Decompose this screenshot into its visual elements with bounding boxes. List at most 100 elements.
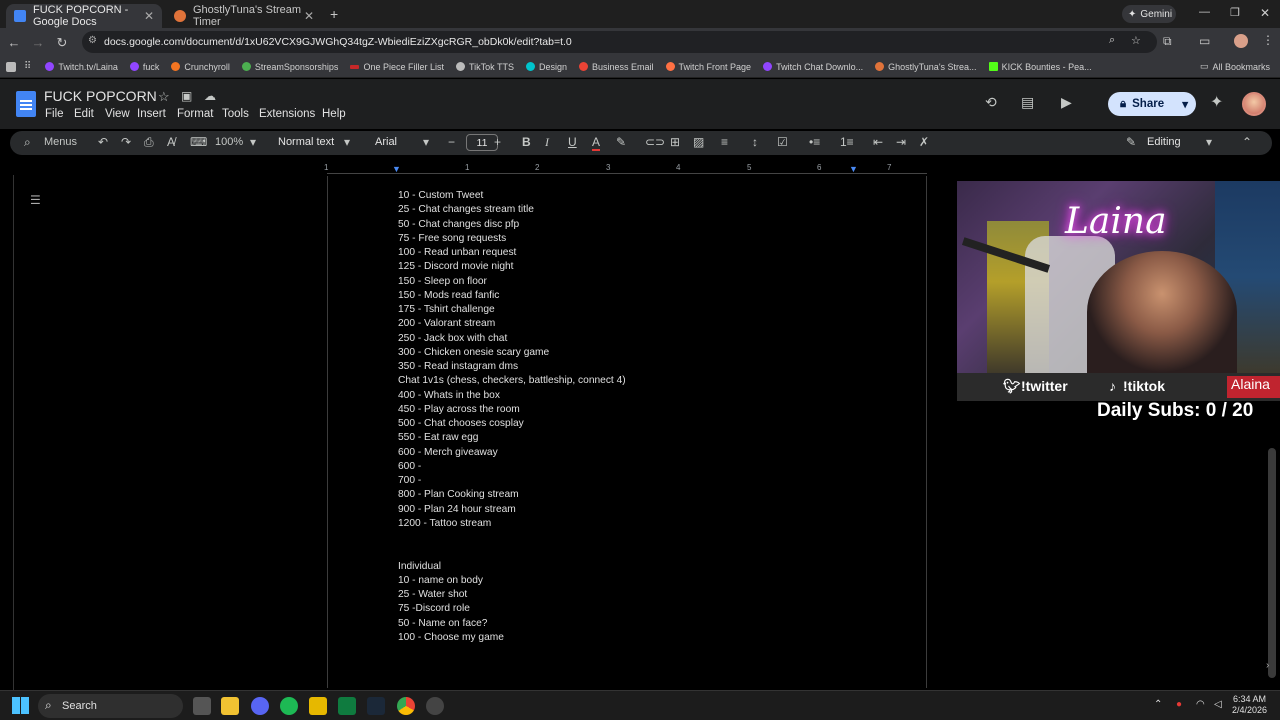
meet-icon[interactable]: ▶ [1061,94,1072,111]
font-dropdown-icon[interactable]: ▾ [423,135,429,149]
document-line[interactable]: 50 - Name on face? [398,617,487,630]
tray-overflow-icon[interactable]: ⌃ [1154,699,1162,710]
cloud-status-icon[interactable]: ☁ [204,89,216,103]
gemini-button[interactable]: ✦ Gemini [1122,5,1176,23]
docs-logo-icon[interactable] [16,91,36,117]
italic-icon[interactable]: I [545,135,549,150]
system-clock[interactable]: 6:34 AM 2/4/2026 [1232,694,1267,716]
gemini-sparkle-icon[interactable]: ✦ [1210,92,1223,112]
highlight-icon[interactable]: ✎ [616,135,626,149]
bold-icon[interactable]: B [522,135,531,149]
comments-icon[interactable]: ▤ [1021,94,1034,111]
bookmark-item[interactable]: GhostlyTuna's Strea... [875,62,977,72]
file-explorer-icon[interactable] [221,697,239,715]
reload-icon[interactable]: ↻ [50,35,74,51]
document-line[interactable]: 175 - Tshirt challenge [398,303,495,316]
font-select[interactable]: Arial [375,136,397,148]
spellcheck-icon[interactable]: A̸ [167,135,175,149]
menu-format[interactable]: Format [177,108,213,120]
profile-icon[interactable] [1234,34,1248,48]
url-field[interactable]: ⚙ docs.google.com/document/d/1xU62VCX9GJ… [82,31,1157,53]
document-line[interactable]: 25 - Chat changes stream title [398,203,534,216]
scrollbar[interactable] [1268,448,1276,678]
style-select[interactable]: Normal text [278,136,334,148]
back-icon[interactable]: ← [2,35,26,50]
move-folder-icon[interactable]: ▣ [181,89,192,103]
document-page[interactable]: 10 - Custom Tweet 25 - Chat changes strea… [327,176,927,688]
decrease-size-icon[interactable]: − [448,135,455,149]
app-icon[interactable] [309,697,327,715]
document-line[interactable]: 200 - Valorant stream [398,317,495,330]
tab-stream-timer[interactable]: GhostlyTuna's Stream Timer ✕ [166,4,322,28]
document-line[interactable]: 75 -Discord role [398,602,470,615]
document-line[interactable]: 450 - Play across the room [398,403,520,416]
document-line[interactable]: 550 - Eat raw egg [398,431,478,444]
menu-edit[interactable]: Edit [74,108,94,120]
editing-mode-select[interactable]: Editing [1147,136,1181,148]
wifi-icon[interactable]: ◠ [1196,699,1205,710]
document-line[interactable]: 10 - Custom Tweet [398,189,483,202]
bookmark-item[interactable]: Business Email [579,62,654,72]
document-line[interactable]: Individual [398,560,441,573]
star-icon[interactable]: ☆ [158,89,170,105]
document-line[interactable]: 100 - Choose my game [398,631,504,644]
windows-start-icon[interactable] [12,697,29,714]
close-tab-icon[interactable]: ✕ [304,9,314,23]
menu-insert[interactable]: Insert [137,108,166,120]
document-line[interactable]: 50 - Chat changes disc pfp [398,218,519,231]
image-icon[interactable]: ▨ [693,135,704,149]
link-icon[interactable]: ⊂⊃ [645,135,665,149]
collapse-toolbar-icon[interactable]: ⌃ [1242,135,1252,149]
document-outline-icon[interactable]: ☰ [30,193,41,207]
chrome-icon[interactable] [397,697,415,715]
document-line[interactable]: 125 - Discord movie night [398,260,514,273]
search-menus-icon[interactable]: ⌕ [24,135,31,150]
decrease-indent-icon[interactable]: ⇤ [873,135,883,149]
increase-size-icon[interactable]: + [494,135,501,149]
document-title[interactable]: FUCK POPCORN [44,88,157,104]
document-line[interactable]: 700 - [398,474,421,487]
bookmark-item[interactable]: StreamSponsorships [241,62,338,72]
underline-icon[interactable]: U [568,135,577,149]
extensions-icon[interactable]: ⧉ [1163,34,1172,49]
bookmark-item[interactable]: Twitch Chat Downlo... [763,62,863,72]
explore-icon[interactable]: › [1266,660,1269,671]
excel-icon[interactable] [338,697,356,715]
restore-icon[interactable]: ❐ [1230,6,1240,19]
minimize-icon[interactable]: — [1199,6,1210,18]
volume-icon[interactable]: ◁ [1214,699,1222,710]
increase-indent-icon[interactable]: ⇥ [896,135,906,149]
numbered-list-icon[interactable]: 1≡ [840,135,854,149]
zoom-icon[interactable]: ⌕ [1109,34,1115,47]
document-line[interactable]: 1200 - Tattoo stream [398,517,491,530]
document-line[interactable]: 500 - Chat chooses cosplay [398,417,524,430]
document-line[interactable]: 150 - Mods read fanfic [398,289,499,302]
print-icon[interactable]: ⎙ [144,135,154,150]
line-spacing-icon[interactable]: ↕ [752,135,758,149]
bullet-list-icon[interactable]: •≡ [809,135,820,149]
clear-formatting-icon[interactable]: ✗ [919,135,929,149]
more-icon[interactable]: ⋮ [1262,33,1274,47]
document-line[interactable]: 600 - [398,460,421,473]
document-line[interactable]: Chat 1v1s (chess, checkers, battleship, … [398,374,626,387]
menu-extensions[interactable]: Extensions [259,108,315,120]
close-tab-icon[interactable]: ✕ [144,9,154,23]
redo-icon[interactable]: ↷ [121,135,131,149]
mode-dropdown-icon[interactable]: ▾ [1206,135,1212,149]
share-button[interactable]: 🔒︎ Share ▾ [1108,92,1196,116]
steam-icon[interactable] [367,697,385,715]
tab-google-docs[interactable]: FUCK POPCORN - Google Docs ✕ [6,4,162,28]
bookmark-item[interactable]: Twitch Front Page [665,62,751,72]
paint-format-icon[interactable]: ⌨ [190,135,207,149]
zoom-dropdown-icon[interactable]: ▾ [250,135,256,149]
undo-icon[interactable]: ↶ [98,135,108,149]
taskbar-search[interactable]: ⌕ Search [38,694,183,718]
style-dropdown-icon[interactable]: ▾ [344,135,350,149]
document-line[interactable]: 250 - Jack box with chat [398,332,507,345]
comment-icon[interactable]: ⊞ [670,135,680,149]
sidebar-toggle-icon[interactable] [6,61,16,72]
document-line[interactable]: 100 - Read unban request [398,246,516,259]
avatar[interactable] [1242,92,1266,116]
spotify-icon[interactable] [280,697,298,715]
all-bookmarks[interactable]: ▭ All Bookmarks [1200,61,1270,72]
